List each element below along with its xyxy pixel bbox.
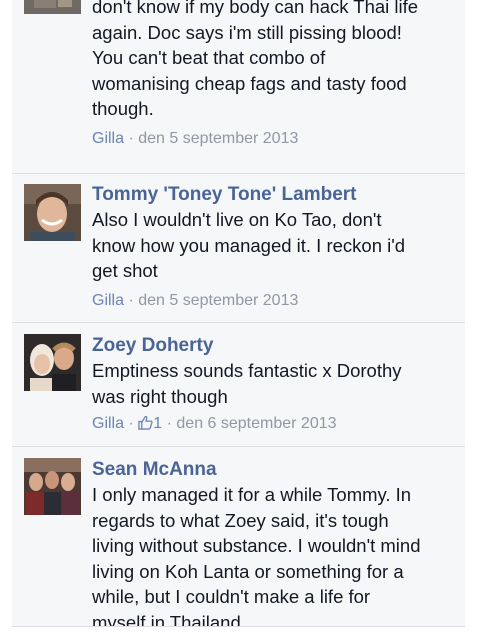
comment-meta: Gilla · 1 · den 6 september 2013 xyxy=(92,413,460,437)
meta-separator: · xyxy=(128,291,134,309)
comment-text: I only managed it for a while Tommy. In … xyxy=(92,482,460,626)
comment-text: don't know if my body can hack Thai life… xyxy=(92,0,460,122)
comment-text-line: was right though xyxy=(92,385,228,407)
avatar[interactable] xyxy=(24,334,81,391)
comment-item: Sean McAnna I only managed it for a whil… xyxy=(12,446,465,626)
avatar[interactable] xyxy=(24,184,81,241)
comment-text-line: You can't beat that combo of xyxy=(92,47,326,68)
like-link[interactable]: Gilla xyxy=(92,415,124,432)
comment-body: don't know if my body can hack Thai life… xyxy=(92,0,460,150)
comment-text-line: don't know if my body can hack Thai life xyxy=(92,0,419,17)
comment-date[interactable]: den 5 september 2013 xyxy=(138,130,298,147)
comment-text-line: Emptiness sounds fantastic x Dorothy xyxy=(92,360,402,381)
meta-separator: · xyxy=(128,129,134,147)
comment-author[interactable]: Sean McAnna xyxy=(92,458,460,482)
like-count[interactable]: 1 xyxy=(138,415,166,432)
comment-meta: Gilla · den 5 september 2013 xyxy=(92,290,460,312)
comment-body: Tommy 'Toney Tone' Lambert Also I wouldn… xyxy=(92,183,460,312)
comment-text: Also I wouldn't live on Ko Tao, don't kn… xyxy=(92,207,460,284)
comment-author[interactable]: Tommy 'Toney Tone' Lambert xyxy=(92,183,460,207)
like-count-value: 1 xyxy=(153,415,163,432)
comment-author[interactable]: Zoey Doherty xyxy=(92,334,460,358)
comment-body: Sean McAnna I only managed it for a whil… xyxy=(92,458,460,626)
comment-text-line: though. xyxy=(92,98,154,119)
comment-text-line: living without substance. I wouldn't min… xyxy=(92,535,421,556)
thumbs-up-icon xyxy=(138,415,153,437)
panel-bottom-border xyxy=(12,626,465,627)
comment-item: don't know if my body can hack Thai life… xyxy=(12,0,465,174)
comment-text-line: womanising cheap fags and tasty food xyxy=(92,72,407,94)
avatar[interactable] xyxy=(24,0,81,14)
comment-text-line: know how you managed it. I reckon i'd xyxy=(92,234,406,256)
comment-text-line: living on Koh Lanta or something for a xyxy=(92,560,404,582)
comment-text-line: myself in Thailand. xyxy=(92,611,246,627)
comment-text-line: while, but I couldn't make a life for xyxy=(92,586,371,607)
meta-separator: · xyxy=(166,415,172,432)
comment-text-line: Also I wouldn't live on Ko Tao, don't xyxy=(92,209,382,230)
comment-item: Zoey Doherty Emptiness sounds fantastic … xyxy=(12,322,465,447)
comment-text-line: again. Doc says i'm still pissing blood! xyxy=(92,21,402,43)
like-link[interactable]: Gilla xyxy=(92,292,124,309)
comment-text: Emptiness sounds fantastic x Dorothy was… xyxy=(92,358,460,409)
comment-text-line: I only managed it for a while Tommy. In xyxy=(92,484,412,505)
like-link[interactable]: Gilla xyxy=(92,130,124,147)
comment-body: Zoey Doherty Emptiness sounds fantastic … xyxy=(92,334,460,437)
comment-date[interactable]: den 5 september 2013 xyxy=(138,292,298,309)
comment-date[interactable]: den 6 september 2013 xyxy=(176,415,336,432)
comments-panel: don't know if my body can hack Thai life… xyxy=(12,0,465,626)
avatar[interactable] xyxy=(24,458,81,515)
comment-meta: Gilla · den 5 september 2013 xyxy=(92,128,460,150)
meta-separator: · xyxy=(128,415,134,432)
comment-text-line: get shot xyxy=(92,260,158,281)
comment-item: Tommy 'Toney Tone' Lambert Also I wouldn… xyxy=(12,173,465,323)
comment-text-line: regards to what Zoey said, it's tough xyxy=(92,509,389,531)
